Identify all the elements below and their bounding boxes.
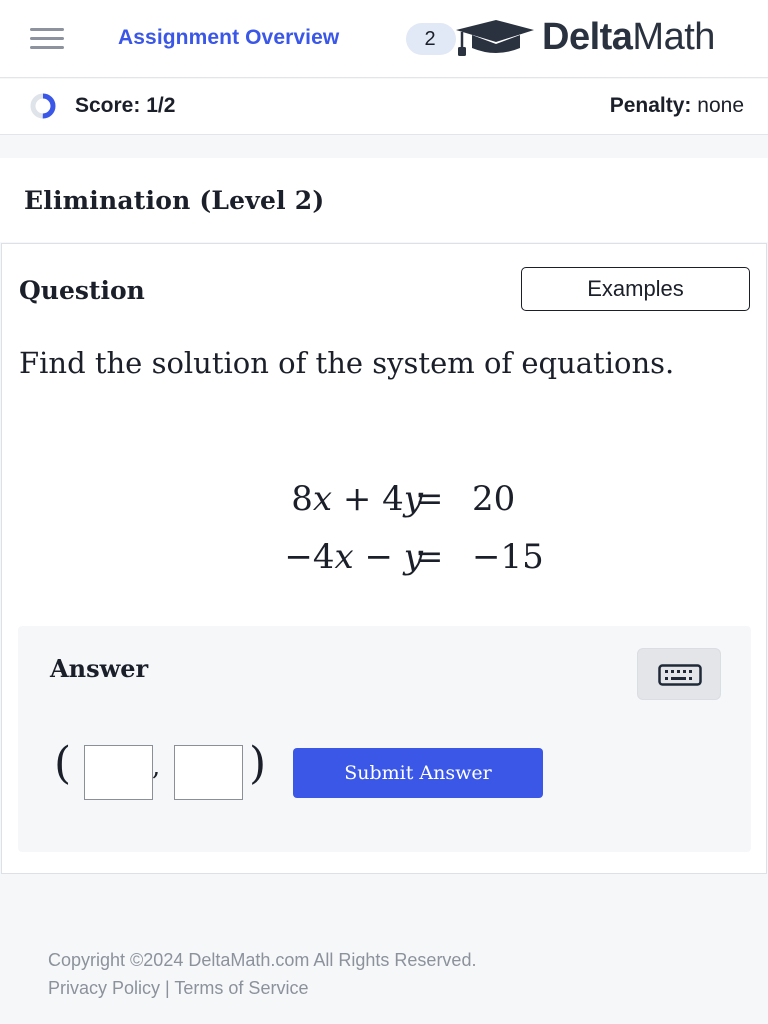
footer-separator: | (165, 978, 170, 998)
score-text: Score: 1/2 (75, 94, 176, 117)
score-bar: Score: 1/2 Penalty: none (0, 79, 768, 135)
equation-1-equals: = (415, 479, 444, 519)
copyright-text: Copyright ©2024 DeltaMath.com All Rights… (48, 950, 477, 970)
question-prompt: Find the solution of the system of equat… (19, 346, 675, 380)
equation-2-lhs: −4x − y (284, 537, 423, 577)
page-title: Elimination (Level 2) (24, 186, 325, 215)
progress-ring-icon (30, 93, 56, 119)
privacy-policy-link[interactable]: Privacy Policy (48, 978, 160, 998)
examples-button[interactable]: Examples (521, 267, 750, 311)
penalty-text: Penalty: none (609, 94, 744, 117)
answer-x-input[interactable] (84, 745, 153, 800)
keyboard-toggle-button[interactable] (637, 648, 721, 700)
penalty-value: none (697, 94, 744, 117)
terms-of-service-link[interactable]: Terms of Service (174, 978, 308, 998)
graduation-cap-icon (456, 20, 534, 56)
equation-1-rhs: 20 (472, 479, 516, 519)
close-paren: ) (249, 738, 267, 789)
assignment-count-badge[interactable]: 2 (406, 23, 456, 55)
answer-comma: , (152, 752, 161, 782)
equation-2-rhs: −15 (472, 537, 544, 577)
answer-panel: Answer ( , ) Submit Answer (18, 626, 751, 852)
answer-label: Answer (50, 654, 149, 683)
footer: Copyright ©2024 DeltaMath.com All Rights… (48, 946, 476, 1002)
question-label: Question (19, 276, 145, 305)
hamburger-icon[interactable] (30, 28, 64, 50)
deltamath-logo[interactable]: DeltaMath (542, 16, 715, 59)
top-header: Assignment Overview 2 DeltaMath (0, 0, 768, 78)
submit-answer-button[interactable]: Submit Answer (293, 748, 543, 798)
equation-2-equals: = (415, 537, 444, 577)
equation-1-lhs: 8x + 4y (291, 479, 423, 519)
assignment-overview-link[interactable]: Assignment Overview (118, 26, 339, 50)
question-card: Question Examples Find the solution of t… (1, 243, 767, 874)
answer-y-input[interactable] (174, 745, 243, 800)
keyboard-icon (658, 664, 702, 686)
open-paren: ( (54, 738, 72, 789)
skill-title-bar: Elimination (Level 2) (0, 158, 768, 242)
